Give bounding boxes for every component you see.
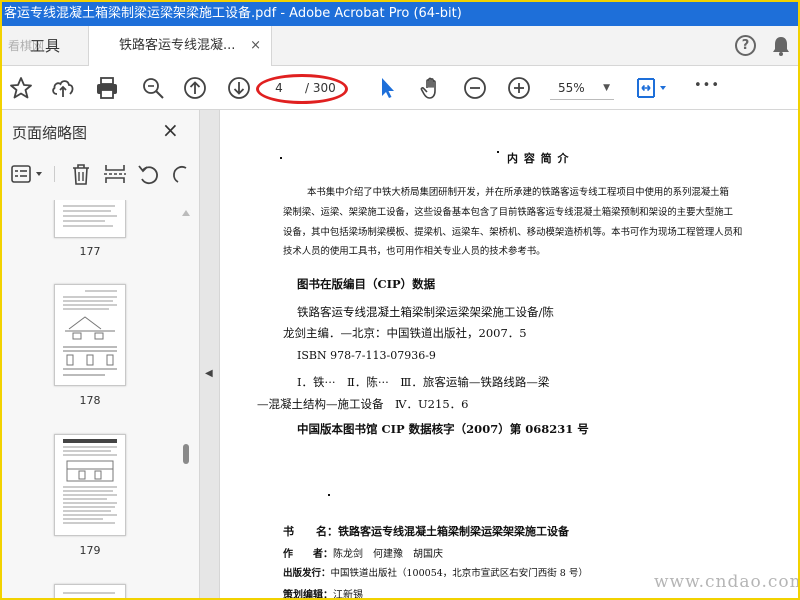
thumbnail-page[interactable] — [54, 434, 126, 536]
tab-close-icon[interactable]: × — [250, 26, 261, 66]
info-value: 江新锡 — [333, 590, 363, 600]
cip-line: ISBN 978-7-113-07936-9 — [297, 349, 436, 362]
select-arrow-icon[interactable] — [374, 75, 400, 101]
cip-number: 中国版本图书馆 CIP 数据核字（2007）第 068231 号 — [297, 422, 589, 436]
highlight-ellipse — [256, 74, 348, 104]
tab-document-label: 铁路客运专线混凝... — [119, 38, 236, 53]
intro-line: 本书集中介绍了中铁大桥局集团研制开发，并在所承建的铁路客运专线工程项目中使用的系… — [307, 187, 729, 198]
upload-icon[interactable] — [50, 75, 76, 101]
info-row: 出版发行：中国铁道出版社（100054，北京市宣武区右安门西街 8 号） — [283, 565, 588, 579]
chevron-left-icon[interactable]: ◀ — [205, 368, 213, 379]
hand-icon[interactable] — [418, 75, 444, 101]
trash-icon[interactable] — [68, 162, 94, 186]
panel-toolbar — [2, 156, 200, 192]
zoom-in-icon[interactable] — [506, 75, 532, 101]
cip-line: 龙剑主编．—北京：中国铁道出版社，2007．5 — [283, 326, 527, 340]
speck — [280, 157, 282, 159]
page-down-icon[interactable] — [226, 75, 252, 101]
info-key: 策划编辑： — [283, 590, 333, 600]
print-icon[interactable] — [94, 75, 120, 101]
panel-title: 页面缩略图 — [12, 124, 88, 142]
rotate-right-icon[interactable] — [170, 162, 188, 186]
info-row: 策划编辑：江新锡 — [283, 586, 363, 600]
thumbnail-page[interactable] — [54, 584, 126, 598]
thumbnail-list: 177 178 179 — [2, 200, 198, 598]
intro-line: 梁制梁、运梁、架梁施工设备，这些设备基本包含了目前铁路客运专线混凝土箱梁预制和架… — [283, 207, 734, 218]
window-title: 客运专线混凝土箱梁制梁运梁架梁施工设备.pdf - Adobe Acrobat … — [2, 2, 798, 26]
cip-line: 铁路客运专线混凝土箱梁制梁运梁架梁施工设备/陈 — [297, 305, 554, 319]
thumbnail-label: 179 — [79, 544, 101, 557]
info-value: 陈龙剑 何建豫 胡国庆 — [333, 549, 443, 560]
bell-icon[interactable] — [770, 35, 792, 57]
close-icon[interactable]: × — [162, 118, 179, 142]
info-key: 书 名： — [283, 525, 338, 538]
toolbar: 4 / 300 55% ▼ ••• — [2, 66, 798, 110]
panel-collapse-bar[interactable]: ◀ — [200, 110, 220, 598]
info-value: 铁路客运专线混凝土箱梁制梁运梁架梁施工设备 — [338, 525, 569, 538]
info-row: 书 名：铁路客运专线混凝土箱梁制梁运梁架梁施工设备 — [283, 523, 569, 539]
thumbnail-preview — [63, 205, 117, 227]
star-icon[interactable] — [8, 75, 34, 101]
help-icon[interactable]: ? — [735, 35, 756, 56]
more-icon[interactable]: ••• — [694, 78, 720, 93]
info-key: 作 者： — [283, 549, 333, 560]
page-up-icon[interactable] — [182, 75, 208, 101]
zoom-select[interactable]: 55% ▼ — [550, 76, 614, 100]
intro-line: 技术人员的使用工具书，也可用作相关专业人员的技术参考书。 — [283, 246, 546, 257]
tab-document[interactable]: 铁路客运专线混凝... × — [88, 26, 272, 66]
chevron-down-icon: ▼ — [603, 83, 610, 93]
cip-line: Ⅰ．铁··· Ⅱ．陈··· Ⅲ．旅客运输—铁路线路—梁 — [297, 375, 550, 389]
intro-line: 设备，其中包括梁场制梁模板、提梁机、运梁车、架桥机、移动模架造桥机等。本书可作为… — [283, 227, 743, 238]
extract-pages-icon[interactable] — [102, 162, 128, 186]
thumbnail-page[interactable] — [54, 200, 126, 238]
info-row: 作 者：陈龙剑 何建豫 胡国庆 — [283, 545, 443, 560]
thumbnail-label: 177 — [79, 245, 101, 258]
rotate-left-icon[interactable] — [136, 162, 162, 186]
thumbnail-label: 178 — [79, 394, 101, 407]
site-watermark: www.cndao.com — [654, 572, 800, 592]
options-menu-icon[interactable] — [10, 162, 46, 186]
info-key: 出版发行： — [283, 568, 331, 579]
document-page: 内 容 简 介 本书集中介绍了中铁大桥局集团研制开发，并在所承建的铁路客运专线工… — [221, 110, 798, 600]
cip-title: 图书在版编目（CIP）数据 — [297, 277, 436, 291]
zoom-out-icon[interactable] — [462, 75, 488, 101]
thumbnail-panel: 页面缩略图 × 177 178 179 — [2, 110, 200, 600]
tab-bar: 看棋网 工具 铁路客运专线混凝... × ? — [2, 26, 798, 66]
watermark-logo: 看棋网 — [8, 39, 45, 53]
scrollbar-track[interactable] — [180, 206, 192, 600]
doc-heading: 内 容 简 介 — [507, 152, 570, 165]
speck — [497, 151, 499, 153]
app-window: 客运专线混凝土箱梁制梁运梁架梁施工设备.pdf - Adobe Acrobat … — [0, 0, 800, 600]
cip-line: —混凝土结构—施工设备 Ⅳ．U215．6 — [257, 397, 469, 411]
scrollbar-thumb[interactable] — [183, 444, 189, 464]
zoom-search-icon[interactable] — [140, 75, 166, 101]
zoom-value: 55% — [558, 81, 585, 95]
fit-page-icon[interactable] — [632, 75, 672, 101]
thumbnail-page[interactable] — [54, 284, 126, 386]
thumbnail-preview — [63, 290, 117, 376]
thumbnail-preview — [63, 439, 117, 524]
thumbnail-preview — [63, 592, 115, 594]
info-value: 中国铁道出版社（100054，北京市宣武区右安门西街 8 号） — [330, 568, 588, 579]
toolbar-divider — [54, 166, 55, 182]
speck — [328, 494, 330, 496]
tab-tools[interactable]: 看棋网 工具 — [2, 26, 88, 66]
